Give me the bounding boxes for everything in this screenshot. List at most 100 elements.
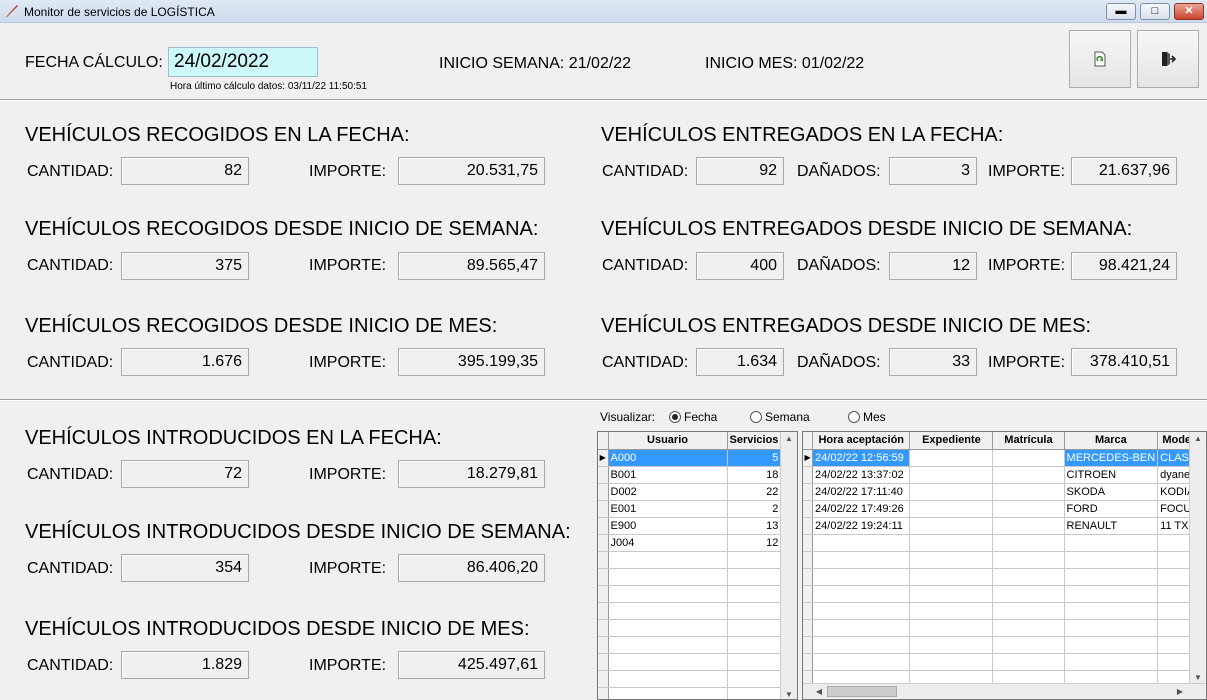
radio-mes-label: Mes	[863, 410, 886, 424]
importe-label: IMPORTE:	[988, 354, 1066, 371]
empty-row	[598, 551, 782, 569]
recogidos-mes-importe: 395.199,35	[398, 348, 545, 376]
servicios-cell: 5	[727, 449, 782, 467]
servicios-cell: 12	[727, 534, 782, 552]
empty-row	[803, 551, 1206, 569]
entregados-fecha-danados: 3	[889, 157, 977, 185]
servicios-cell: 18	[727, 466, 782, 484]
marca-cell: MERCEDES-BEN	[1064, 449, 1159, 467]
users-grid[interactable]: Usuario Servicios ▶ A000 5 B001 18 D002 22…	[597, 431, 798, 700]
detail-vertical-scrollbar[interactable]: ▲ ▼	[1189, 432, 1206, 684]
scroll-up-icon[interactable]: ▲	[781, 434, 797, 443]
cantidad-label: CANTIDAD:	[27, 657, 114, 674]
scroll-down-icon[interactable]: ▼	[1190, 673, 1206, 682]
radio-semana-dot	[750, 411, 762, 423]
entregados-fecha-title: VEHÍCULOS ENTREGADOS EN LA FECHA:	[601, 124, 1004, 146]
empty-row	[598, 568, 782, 586]
hora-cell: 24/02/22 17:11:40	[812, 483, 911, 501]
table-row[interactable]: J004 12	[598, 534, 782, 552]
matricula-cell	[992, 449, 1065, 467]
table-row[interactable]: 24/02/22 17:49:26 FORD FOCUS	[803, 500, 1206, 518]
recogidos-semana-title: VEHÍCULOS RECOGIDOS DESDE INICIO DE SEMA…	[25, 218, 539, 240]
detail-header-marca[interactable]: Marca	[1064, 432, 1159, 450]
detail-header-matricula[interactable]: Matrícula	[992, 432, 1065, 450]
table-row[interactable]: D002 22	[598, 483, 782, 501]
marca-cell: FORD	[1064, 500, 1159, 518]
table-row[interactable]: 24/02/22 13:37:02 CITROEN dyane 6	[803, 466, 1206, 484]
entregados-fecha-importe: 21.637,96	[1071, 157, 1177, 185]
scroll-up-icon[interactable]: ▲	[1190, 434, 1206, 443]
refresh-icon	[1094, 51, 1106, 67]
table-row[interactable]: E001 2	[598, 500, 782, 518]
users-table: Usuario Servicios ▶ A000 5 B001 18 D002 22…	[598, 432, 782, 699]
detail-grid[interactable]: Hora aceptación Expediente Matrícula Mar…	[802, 431, 1207, 700]
empty-row	[803, 619, 1206, 637]
fecha-calculo-input[interactable]: 24/02/2022	[168, 47, 318, 77]
hora-cell: 24/02/22 13:37:02	[812, 466, 911, 484]
maximize-button[interactable]: □	[1140, 3, 1170, 20]
table-row[interactable]: 24/02/22 19:24:11 RENAULT 11 TXE	[803, 517, 1206, 535]
introducidos-fecha-importe: 18.279,81	[398, 460, 545, 488]
expediente-cell	[909, 449, 994, 467]
radio-fecha-label: Fecha	[684, 410, 718, 424]
entregados-mes-danados: 33	[889, 348, 977, 376]
expediente-cell	[909, 483, 994, 501]
importe-label: IMPORTE:	[309, 657, 387, 674]
recogidos-mes-cantidad: 1.676	[121, 348, 249, 376]
cantidad-label: CANTIDAD:	[27, 354, 114, 371]
radio-fecha[interactable]: Fecha	[669, 410, 717, 424]
minimize-button[interactable]: ▬	[1106, 3, 1136, 20]
expediente-cell	[909, 517, 994, 535]
row-pointer-icon: ▶	[598, 449, 609, 467]
empty-row	[598, 619, 782, 637]
radio-mes-dot	[848, 411, 860, 423]
empty-row	[803, 585, 1206, 603]
radio-fecha-dot	[669, 411, 681, 423]
scroll-down-icon[interactable]: ▼	[781, 690, 797, 699]
visualizar-label: Visualizar:	[600, 410, 656, 424]
cantidad-label: CANTIDAD:	[27, 257, 114, 274]
radio-mes[interactable]: Mes	[848, 410, 886, 424]
fecha-calculo-label: FECHA CÁLCULO:	[25, 54, 163, 71]
horizontal-scroll-thumb[interactable]	[827, 686, 897, 697]
importe-label: IMPORTE:	[988, 257, 1066, 274]
detail-table: Hora aceptación Expediente Matrícula Mar…	[803, 432, 1206, 688]
introducidos-fecha-cantidad: 72	[121, 460, 249, 488]
radio-semana[interactable]: Semana	[750, 410, 810, 424]
users-header-servicios[interactable]: Servicios	[727, 432, 782, 450]
refresh-button[interactable]	[1069, 30, 1131, 88]
hora-cell: 24/02/22 12:56:59	[812, 449, 911, 467]
hora-cell: 24/02/22 17:49:26	[812, 500, 911, 518]
users-header-usuario[interactable]: Usuario	[608, 432, 728, 450]
entregados-semana-danados: 12	[889, 252, 977, 280]
scroll-left-icon[interactable]: ◀	[811, 687, 827, 696]
table-row[interactable]: E900 13	[598, 517, 782, 535]
table-row[interactable]: 24/02/22 17:11:40 SKODA KODIAQ	[803, 483, 1206, 501]
introducidos-mes-importe: 425.497,61	[398, 651, 545, 679]
detail-header-expediente[interactable]: Expediente	[909, 432, 994, 450]
empty-row	[803, 534, 1206, 552]
users-vertical-scrollbar[interactable]: ▲ ▼	[780, 432, 797, 699]
inicio-semana: INICIO SEMANA: 21/02/22	[439, 55, 632, 72]
table-row[interactable]: ▶ A000 5	[598, 449, 782, 467]
table-row[interactable]: ▶ 24/02/22 12:56:59 MERCEDES-BEN CLASE	[803, 449, 1206, 467]
exit-button[interactable]	[1137, 30, 1199, 88]
scroll-right-icon[interactable]: ▶	[1172, 687, 1188, 696]
row-indicator	[598, 500, 609, 518]
empty-row	[598, 670, 782, 688]
recogidos-semana-importe: 89.565,47	[398, 252, 545, 280]
importe-label: IMPORTE:	[988, 163, 1066, 180]
close-button[interactable]: ✕	[1174, 3, 1204, 20]
table-row[interactable]: B001 18	[598, 466, 782, 484]
detail-header-hora[interactable]: Hora aceptación	[812, 432, 911, 450]
matricula-cell	[992, 517, 1065, 535]
recogidos-mes-title: VEHÍCULOS RECOGIDOS DESDE INICIO DE MES:	[25, 315, 498, 337]
middle-separator	[0, 399, 1207, 401]
usuario-cell: E900	[608, 517, 728, 535]
servicios-cell: 13	[727, 517, 782, 535]
detail-horizontal-scrollbar[interactable]: ◀ ▶	[803, 683, 1206, 699]
usuario-cell: B001	[608, 466, 728, 484]
introducidos-semana-title: VEHÍCULOS INTRODUCIDOS DESDE INICIO DE S…	[25, 521, 571, 543]
empty-row	[803, 653, 1206, 671]
detail-header-row: Hora aceptación Expediente Matrícula Mar…	[803, 432, 1206, 450]
